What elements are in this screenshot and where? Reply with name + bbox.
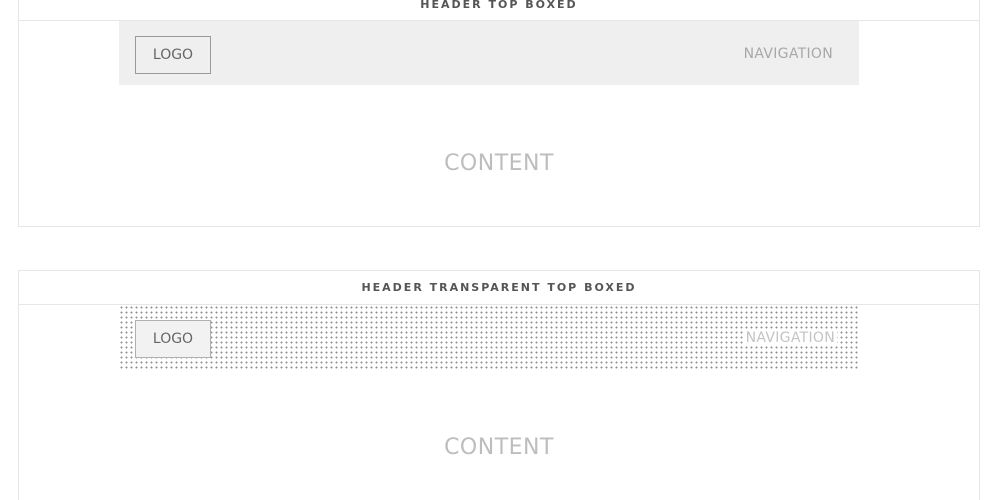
card-title: HEADER TOP BOXED — [19, 0, 979, 21]
content-placeholder: CONTENT — [444, 435, 554, 460]
layout-card-header-top-boxed: HEADER TOP BOXED LOGO NAVIGATION CONTENT — [18, 0, 980, 227]
content-placeholder: CONTENT — [444, 151, 554, 176]
logo-placeholder: LOGO — [135, 320, 211, 358]
header-bar-transparent: LOGO NAVIGATION — [119, 305, 859, 369]
navigation-placeholder: NAVIGATION — [743, 330, 837, 346]
layout-diagram: HEADER TOP BOXED LOGO NAVIGATION CONTENT… — [0, 0, 1000, 500]
navigation-placeholder: NAVIGATION — [743, 46, 833, 62]
layout-card-header-transparent-top-boxed: HEADER TRANSPARENT TOP BOXED LOGO NAVIGA… — [18, 270, 980, 500]
card-title: HEADER TRANSPARENT TOP BOXED — [19, 271, 979, 305]
header-bar: LOGO NAVIGATION — [119, 21, 859, 85]
logo-placeholder: LOGO — [135, 36, 211, 74]
